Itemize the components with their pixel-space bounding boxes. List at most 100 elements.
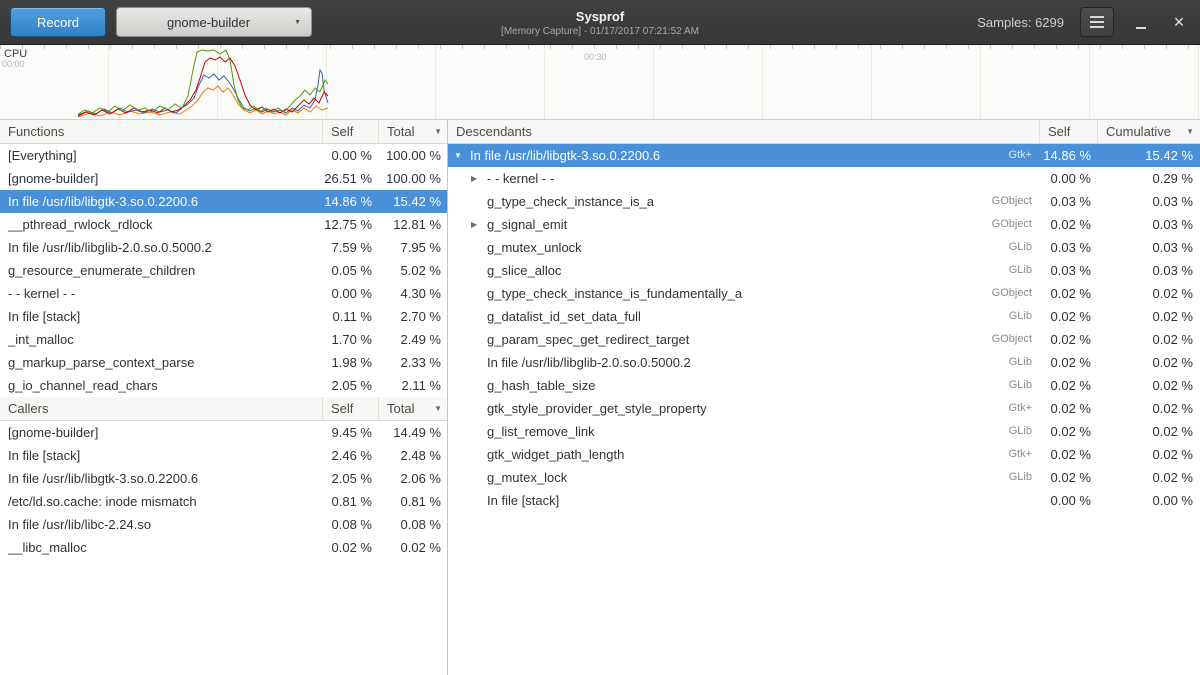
functions-row[interactable]: _int_malloc1.70 %2.49 % bbox=[0, 328, 447, 351]
function-name: g_mutex_unlock bbox=[487, 236, 582, 259]
library-badge: GObject bbox=[992, 213, 1040, 236]
window-title: Sysprof bbox=[576, 9, 624, 24]
record-button[interactable]: Record bbox=[10, 7, 106, 37]
descendants-table: ▼In file /usr/lib/libgtk-3.so.0.2200.6Gt… bbox=[448, 144, 1200, 512]
column-header-self[interactable]: Self bbox=[1040, 120, 1098, 143]
descendants-row[interactable]: g_type_check_instance_is_fundamentally_a… bbox=[448, 282, 1200, 305]
column-header-descendants[interactable]: Descendants bbox=[448, 120, 1040, 143]
total-percent: 2.70 % bbox=[379, 305, 448, 328]
cumulative-percent: 0.29 % bbox=[1098, 167, 1200, 190]
library-badge: GObject bbox=[992, 190, 1040, 213]
function-name: g_param_spec_get_redirect_target bbox=[487, 328, 689, 351]
descendants-row[interactable]: g_slice_allocGLib0.03 %0.03 % bbox=[448, 259, 1200, 282]
callers-row[interactable]: In file /usr/lib/libc-2.24.so0.08 %0.08 … bbox=[0, 513, 447, 536]
total-percent: 7.95 % bbox=[379, 236, 448, 259]
descendants-row[interactable]: gtk_style_provider_get_style_propertyGtk… bbox=[448, 397, 1200, 420]
minimize-button[interactable] bbox=[1130, 7, 1152, 37]
callers-row[interactable]: [gnome-builder]9.45 %14.49 % bbox=[0, 421, 447, 444]
column-header-callers[interactable]: Callers bbox=[0, 397, 323, 420]
callers-row[interactable]: In file /usr/lib/libgtk-3.so.0.2200.6 2.0… bbox=[0, 467, 447, 490]
functions-row[interactable]: g_markup_parse_context_parse1.98 %2.33 % bbox=[0, 351, 447, 374]
functions-row[interactable]: [gnome-builder]26.51 %100.00 % bbox=[0, 167, 447, 190]
expander-closed-icon[interactable]: ▶ bbox=[471, 213, 487, 236]
descendants-row[interactable]: ▶g_signal_emitGObject0.02 %0.03 % bbox=[448, 213, 1200, 236]
column-header-total[interactable]: Total ▼ bbox=[379, 397, 448, 420]
cumulative-percent: 0.02 % bbox=[1098, 282, 1200, 305]
function-name: g_hash_table_size bbox=[487, 374, 595, 397]
library-badge: GLib bbox=[1009, 420, 1040, 443]
self-percent: 9.45 % bbox=[323, 421, 379, 444]
library-badge: GLib bbox=[1009, 374, 1040, 397]
descendants-row[interactable]: ▼In file /usr/lib/libgtk-3.so.0.2200.6Gt… bbox=[448, 144, 1200, 167]
functions-row[interactable]: g_resource_enumerate_children0.05 %5.02 … bbox=[0, 259, 447, 282]
function-name: g_list_remove_link bbox=[487, 420, 595, 443]
hamburger-icon bbox=[1090, 21, 1104, 23]
self-percent: 0.00 % bbox=[1040, 167, 1098, 190]
functions-row[interactable]: - - kernel - -0.00 %4.30 % bbox=[0, 282, 447, 305]
descendants-row[interactable]: g_param_spec_get_redirect_targetGObject0… bbox=[448, 328, 1200, 351]
callers-row[interactable]: In file [stack]2.46 %2.48 % bbox=[0, 444, 447, 467]
total-percent: 2.49 % bbox=[379, 328, 448, 351]
total-percent: 2.06 % bbox=[379, 467, 448, 490]
cumulative-percent: 0.02 % bbox=[1098, 328, 1200, 351]
cpu-line-red bbox=[78, 57, 328, 116]
library-badge: GObject bbox=[992, 282, 1040, 305]
cpu-line-green bbox=[78, 50, 328, 114]
column-header-functions[interactable]: Functions bbox=[0, 120, 323, 143]
function-name: In file /usr/lib/libglib-2.0.so.0.5000.2 bbox=[487, 351, 691, 374]
functions-row[interactable]: [Everything]0.00 %100.00 % bbox=[0, 144, 447, 167]
column-header-total-label: Total bbox=[387, 120, 414, 143]
function-name: In file /usr/lib/libgtk-3.so.0.2200.6 bbox=[470, 144, 660, 167]
descendants-row[interactable]: ▶- - kernel - -0.00 %0.29 % bbox=[448, 167, 1200, 190]
functions-row[interactable]: __pthread_rwlock_rdlock12.75 %12.81 % bbox=[0, 213, 447, 236]
cumulative-percent: 0.03 % bbox=[1098, 190, 1200, 213]
library-badge: GLib bbox=[1009, 351, 1040, 374]
cpu-graph[interactable]: CPU 00:00 00:30 bbox=[0, 45, 1200, 120]
functions-row[interactable]: In file /usr/lib/libgtk-3.so.0.2200.614.… bbox=[0, 190, 447, 213]
functions-row[interactable]: g_io_channel_read_chars2.05 %2.11 % bbox=[0, 374, 447, 397]
function-name: g_datalist_id_set_data_full bbox=[487, 305, 641, 328]
functions-row[interactable]: In file /usr/lib/libglib-2.0.so.0.5000.2… bbox=[0, 236, 447, 259]
self-percent: 0.02 % bbox=[323, 536, 379, 559]
descendants-row[interactable]: g_mutex_unlockGLib0.03 %0.03 % bbox=[448, 236, 1200, 259]
descendants-row[interactable]: In file [stack]0.00 %0.00 % bbox=[448, 489, 1200, 512]
descendant-name-cell: g_mutex_lockGLib bbox=[448, 466, 1040, 489]
self-percent: 0.02 % bbox=[1040, 351, 1098, 374]
function-name: - - kernel - - bbox=[0, 282, 323, 305]
function-name: g_type_check_instance_is_a bbox=[487, 190, 654, 213]
column-header-cumulative-label: Cumulative bbox=[1106, 120, 1171, 143]
functions-row[interactable]: In file [stack]0.11 %2.70 % bbox=[0, 305, 447, 328]
column-header-cumulative[interactable]: Cumulative ▼ bbox=[1098, 120, 1200, 143]
function-name: In file /usr/lib/libgtk-3.so.0.2200.6 bbox=[0, 467, 323, 490]
descendants-row[interactable]: gtk_widget_path_lengthGtk+0.02 %0.02 % bbox=[448, 443, 1200, 466]
self-percent: 2.46 % bbox=[323, 444, 379, 467]
library-badge: GLib bbox=[1009, 259, 1040, 282]
self-percent: 0.81 % bbox=[323, 490, 379, 513]
callers-row[interactable]: /etc/ld.so.cache: inode mismatch0.81 %0.… bbox=[0, 490, 447, 513]
process-selector[interactable]: gnome-builder ▼ bbox=[116, 7, 312, 37]
descendants-row[interactable]: g_mutex_lockGLib0.02 %0.02 % bbox=[448, 466, 1200, 489]
column-header-total[interactable]: Total ▼ bbox=[379, 120, 448, 143]
descendants-row[interactable]: g_list_remove_linkGLib0.02 %0.02 % bbox=[448, 420, 1200, 443]
column-header-self[interactable]: Self bbox=[323, 120, 379, 143]
descendants-row[interactable]: g_datalist_id_set_data_fullGLib0.02 %0.0… bbox=[448, 305, 1200, 328]
chevron-down-icon: ▼ bbox=[294, 19, 301, 26]
expander-closed-icon[interactable]: ▶ bbox=[471, 167, 487, 190]
function-name: g_io_channel_read_chars bbox=[0, 374, 323, 397]
function-name: /etc/ld.so.cache: inode mismatch bbox=[0, 490, 323, 513]
self-percent: 14.86 % bbox=[1040, 144, 1098, 167]
menu-button[interactable] bbox=[1080, 7, 1114, 37]
self-percent: 12.75 % bbox=[323, 213, 379, 236]
close-button[interactable]: × bbox=[1168, 7, 1190, 37]
descendants-row[interactable]: In file /usr/lib/libglib-2.0.so.0.5000.2… bbox=[448, 351, 1200, 374]
descendants-row[interactable]: g_hash_table_sizeGLib0.02 %0.02 % bbox=[448, 374, 1200, 397]
descendant-name-cell: g_hash_table_size GLib bbox=[448, 374, 1040, 397]
descendant-name-cell: g_type_check_instance_is_fundamentally_a… bbox=[448, 282, 1040, 305]
function-name: gtk_widget_path_length bbox=[487, 443, 624, 466]
function-name: g_signal_emit bbox=[487, 213, 567, 236]
self-percent: 0.00 % bbox=[1040, 489, 1098, 512]
expander-open-icon[interactable]: ▼ bbox=[454, 144, 470, 167]
callers-row[interactable]: __libc_malloc0.02 %0.02 % bbox=[0, 536, 447, 559]
descendants-row[interactable]: g_type_check_instance_is_aGObject0.03 %0… bbox=[448, 190, 1200, 213]
column-header-self[interactable]: Self bbox=[323, 397, 379, 420]
